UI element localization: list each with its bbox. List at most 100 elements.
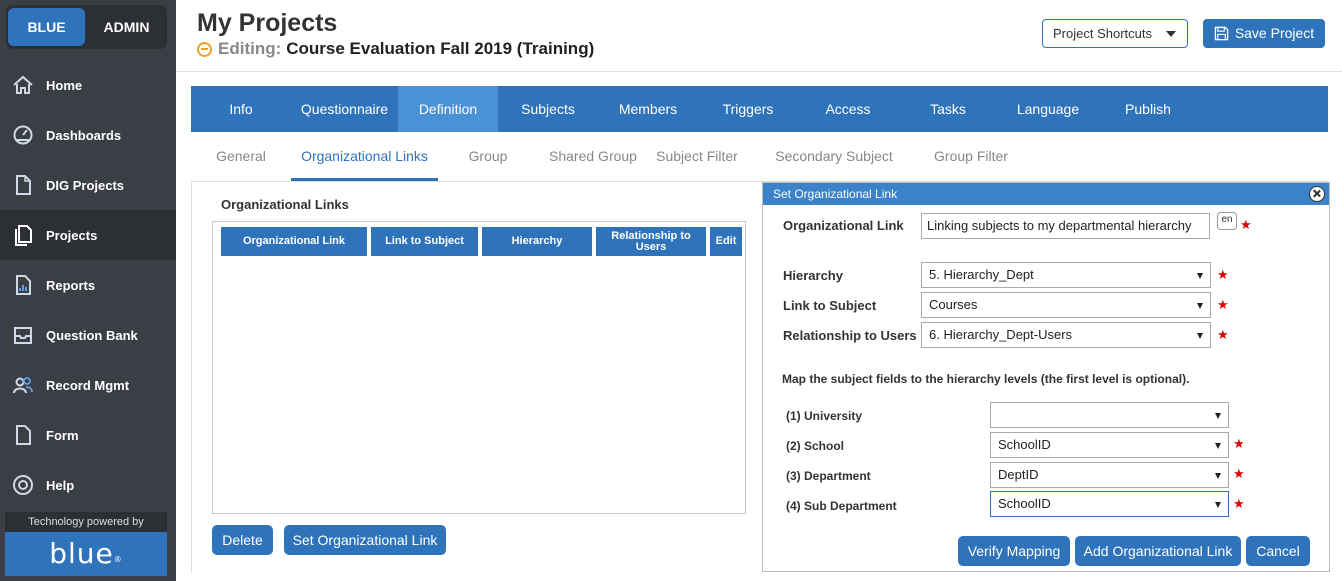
- tab-access[interactable]: Access: [798, 86, 898, 132]
- sidebar-item-home[interactable]: Home: [0, 60, 176, 110]
- verify-mapping-button[interactable]: Verify Mapping: [958, 536, 1070, 566]
- column-header-hierarchy[interactable]: Hierarchy: [482, 227, 592, 256]
- required-icon: ★: [1233, 466, 1245, 481]
- cancel-button[interactable]: Cancel: [1246, 536, 1310, 566]
- chevron-down-icon: [1197, 333, 1203, 339]
- tab-questionnaire[interactable]: Questionnaire: [291, 86, 398, 132]
- level-label: (3) Department: [786, 469, 871, 483]
- chevron-down-icon: [1197, 273, 1203, 279]
- editing-label: Editing:: [218, 39, 282, 58]
- save-project-button[interactable]: Save Project: [1203, 19, 1325, 48]
- tab-tasks[interactable]: Tasks: [898, 86, 998, 132]
- school-value: SchoolID: [998, 437, 1051, 452]
- department-select[interactable]: DeptID: [990, 462, 1229, 488]
- organizational-link-input[interactable]: Linking subjects to my departmental hier…: [921, 213, 1210, 239]
- sidebar: BLUE ADMIN Home Dashboards DIG Projects: [0, 0, 176, 581]
- required-icon: ★: [1217, 327, 1229, 342]
- home-icon: [12, 74, 34, 96]
- level-label: (2) School: [786, 439, 845, 453]
- subtab-organizational-links[interactable]: Organizational Links: [291, 132, 438, 181]
- sidebar-item-reports[interactable]: Reports: [0, 260, 176, 310]
- sidebar-item-label: Form: [46, 427, 79, 443]
- sidebar-item-label: Projects: [46, 227, 98, 243]
- subtab-secondary-subject-filter[interactable]: Secondary Subject Filter: [759, 132, 909, 212]
- column-header-relationship-to-users[interactable]: Relationship to Users: [596, 227, 706, 256]
- subtab-group-filter[interactable]: Group Filter: [929, 132, 1013, 181]
- sidebar-item-form[interactable]: Form: [0, 410, 176, 460]
- set-organizational-link-button[interactable]: Set Organizational Link: [284, 525, 446, 555]
- panel-title: Organizational Links: [221, 197, 349, 212]
- tab-info[interactable]: Info: [191, 86, 291, 132]
- sub-department-select[interactable]: SchoolID: [990, 491, 1229, 517]
- editing-status: Editing: Course Evaluation Fall 2019 (Tr…: [197, 39, 594, 59]
- project-shortcuts-dropdown[interactable]: Project Shortcuts: [1042, 19, 1188, 48]
- column-header-edit[interactable]: Edit: [710, 227, 742, 256]
- page-title: My Projects: [197, 9, 338, 37]
- mode-toggle: BLUE ADMIN: [6, 5, 167, 49]
- relationship-to-users-value: 6. Hierarchy_Dept-Users: [929, 327, 1073, 342]
- projects-icon: [12, 224, 34, 246]
- hierarchy-select[interactable]: 5. Hierarchy_Dept: [921, 262, 1211, 288]
- tab-triggers[interactable]: Triggers: [698, 86, 798, 132]
- link-to-subject-label: Link to Subject: [783, 298, 877, 313]
- document-icon: [12, 174, 34, 196]
- required-icon: ★: [1233, 436, 1245, 451]
- sidebar-item-label: Help: [46, 477, 75, 493]
- form-icon: [12, 424, 34, 446]
- sidebar-item-dig-projects[interactable]: DIG Projects: [0, 160, 176, 210]
- column-header-link-to-subject[interactable]: Link to Subject: [371, 227, 478, 256]
- add-organizational-link-button[interactable]: Add Organizational Link: [1075, 536, 1241, 566]
- tab-publish[interactable]: Publish: [1098, 86, 1198, 132]
- subtab-shared-group[interactable]: Shared Group: [546, 132, 640, 181]
- chevron-down-icon: [1215, 443, 1221, 449]
- column-header-organizational-link[interactable]: Organizational Link: [221, 227, 367, 256]
- subtab-group[interactable]: Group: [458, 132, 518, 181]
- organizational-link-label: Organizational Link: [783, 218, 904, 233]
- blue-mode-button[interactable]: BLUE: [8, 8, 85, 46]
- chevron-down-icon: [1197, 303, 1203, 309]
- set-organizational-link-dialog: Set Organizational Link Organizational L…: [762, 182, 1330, 572]
- hierarchy-value: 5. Hierarchy_Dept: [929, 267, 1034, 282]
- tab-members[interactable]: Members: [598, 86, 698, 132]
- sidebar-item-projects[interactable]: Projects: [0, 210, 176, 260]
- sidebar-item-question-bank[interactable]: Question Bank: [0, 310, 176, 360]
- project-shortcuts-label: Project Shortcuts: [1053, 26, 1152, 41]
- sidebar-item-dashboards[interactable]: Dashboards: [0, 110, 176, 160]
- project-name: Course Evaluation Fall 2019 (Training): [286, 39, 595, 58]
- required-icon: ★: [1240, 217, 1252, 232]
- delete-button[interactable]: Delete: [212, 525, 273, 555]
- required-icon: ★: [1217, 267, 1229, 282]
- blue-logo: blue®: [5, 532, 167, 576]
- floppy-disk-icon: [1214, 26, 1229, 41]
- tab-language[interactable]: Language: [998, 86, 1098, 132]
- organizational-links-table: Organizational Link Link to Subject Hier…: [212, 221, 746, 514]
- language-badge[interactable]: en: [1217, 212, 1237, 230]
- subtab-subject-filter[interactable]: Subject Filter: [655, 132, 739, 181]
- level-label: (1) University: [786, 409, 863, 423]
- relationship-to-users-select[interactable]: 6. Hierarchy_Dept-Users: [921, 322, 1211, 348]
- sidebar-item-label: DIG Projects: [46, 177, 125, 193]
- people-icon: [12, 374, 34, 396]
- admin-mode-button[interactable]: ADMIN: [88, 8, 165, 46]
- main-tabs: Info Questionnaire Definition Subjects M…: [191, 86, 1328, 132]
- tab-subjects[interactable]: Subjects: [498, 86, 598, 132]
- inbox-icon: [12, 324, 34, 346]
- school-select[interactable]: SchoolID: [990, 432, 1229, 458]
- help-icon: [12, 474, 34, 496]
- chevron-down-icon: [1215, 473, 1221, 479]
- link-to-subject-select[interactable]: Courses: [921, 292, 1211, 318]
- university-select[interactable]: [990, 402, 1229, 428]
- chevron-down-icon: [1166, 31, 1176, 37]
- sidebar-item-label: Reports: [46, 277, 96, 293]
- sidebar-item-label: Dashboards: [46, 127, 122, 143]
- department-value: DeptID: [998, 467, 1039, 482]
- sidebar-item-record-mgmt[interactable]: Record Mgmt: [0, 360, 176, 410]
- registered-mark: ®: [113, 555, 123, 564]
- tab-definition[interactable]: Definition: [398, 86, 498, 132]
- organizational-links-panel: Organizational Links Organizational Link…: [191, 182, 761, 572]
- sidebar-item-help[interactable]: Help: [0, 460, 176, 510]
- subtab-general[interactable]: General: [211, 132, 271, 181]
- close-icon[interactable]: [1309, 186, 1325, 202]
- hierarchy-label: Hierarchy: [783, 268, 843, 283]
- save-project-label: Save Project: [1234, 25, 1315, 41]
